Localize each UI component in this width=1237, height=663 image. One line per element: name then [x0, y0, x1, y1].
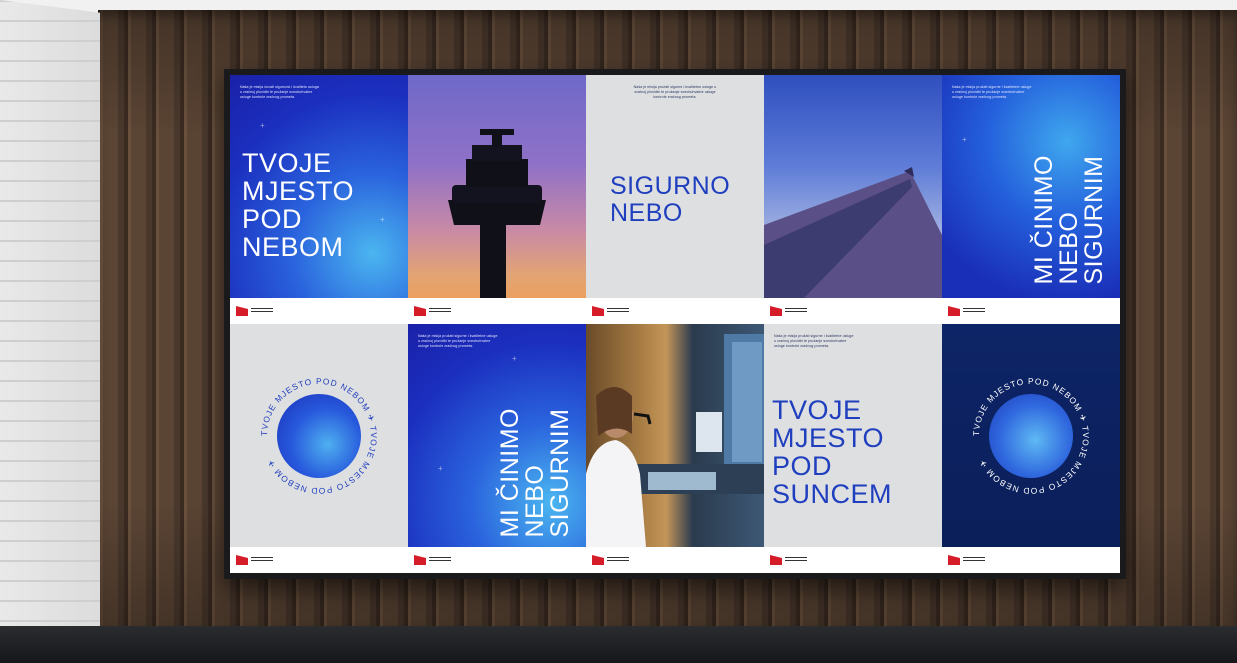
sparkle-icon: + [438, 464, 443, 473]
logo-icon [592, 306, 629, 316]
sparkle-icon: + [260, 121, 265, 130]
poster-headline: MI ČINIMO NEBO SIGURNIM [496, 408, 574, 538]
poster-copy: Naša je misija pružati sigurne i kvalite… [952, 85, 1032, 99]
logo-icon [948, 306, 985, 316]
logo-icon [770, 555, 807, 565]
logo-icon [948, 555, 985, 565]
poster-4 [764, 75, 942, 324]
poster-3: Naša je misija pružati sigurne i kvalite… [586, 75, 764, 324]
poster-headline: TVOJE MJESTO POD NEBOM [242, 148, 355, 262]
poster-copy: Naša je misija čuvati sigurnost i kvalit… [240, 85, 319, 99]
poster-2 [408, 75, 586, 324]
sparkle-icon: + [380, 215, 385, 224]
billboard: Naša je misija čuvati sigurnost i kvalit… [224, 69, 1126, 579]
poster-7: Naša je misija pružati sigurne i kvalite… [408, 324, 586, 573]
logo-icon [414, 555, 451, 565]
logo-icon [414, 306, 451, 316]
poster-copy: Naša je misija pružati sigurne i kvalite… [633, 85, 717, 99]
poster-headline: TVOJE MJESTO POD SUNCEM [772, 395, 893, 509]
poster-copy: Naša je misija pružati sigurne i kvalite… [774, 334, 854, 348]
control-tower-photo [408, 75, 586, 298]
airplane-wing-icon [764, 167, 942, 298]
poster-headline: SIGURNO NEBO [610, 172, 731, 227]
poster-6: TVOJE MJESTO POD NEBOM ✈ TVOJE MJESTO PO… [230, 324, 408, 573]
air-traffic-controller-photo [586, 324, 764, 547]
brick-wall [0, 0, 100, 640]
ground [0, 626, 1237, 663]
logo-icon [592, 555, 629, 565]
poster-8 [586, 324, 764, 573]
sparkle-icon: + [962, 135, 967, 144]
poster-1: Naša je misija čuvati sigurnost i kvalit… [230, 75, 408, 324]
poster-copy: Naša je misija pružati sigurne i kvalite… [418, 334, 498, 348]
sparkle-icon: + [512, 354, 517, 363]
poster-headline: MI ČINIMO NEBO SIGURNIM [1030, 155, 1108, 285]
ring-slogan: TVOJE MJESTO POD NEBOM ✈ TVOJE MJESTO PO… [971, 376, 1090, 496]
logo-icon [236, 555, 273, 565]
air-traffic-controller-icon [586, 334, 764, 547]
svg-text:TVOJE MJESTO POD NEBOM ✈ TVOJE: TVOJE MJESTO POD NEBOM ✈ TVOJE MJESTO PO… [971, 376, 1091, 496]
poster-10: TVOJE MJESTO POD NEBOM ✈ TVOJE MJESTO PO… [942, 324, 1120, 573]
airplane-wing-photo [764, 75, 942, 298]
ring-slogan: TVOJE MJESTO POD NEBOM ✈ TVOJE MJESTO PO… [259, 376, 378, 496]
control-tower-icon [448, 129, 546, 298]
logo-icon [236, 306, 273, 316]
poster-grid: Naša je misija čuvati sigurnost i kvalit… [230, 75, 1120, 573]
svg-text:TVOJE MJESTO POD NEBOM ✈ TVOJE: TVOJE MJESTO POD NEBOM ✈ TVOJE MJESTO PO… [259, 376, 379, 496]
poster-5: Naša je misija pružati sigurne i kvalite… [942, 75, 1120, 324]
logo-icon [770, 306, 807, 316]
poster-9: Naša je misija pružati sigurne i kvalite… [764, 324, 942, 573]
